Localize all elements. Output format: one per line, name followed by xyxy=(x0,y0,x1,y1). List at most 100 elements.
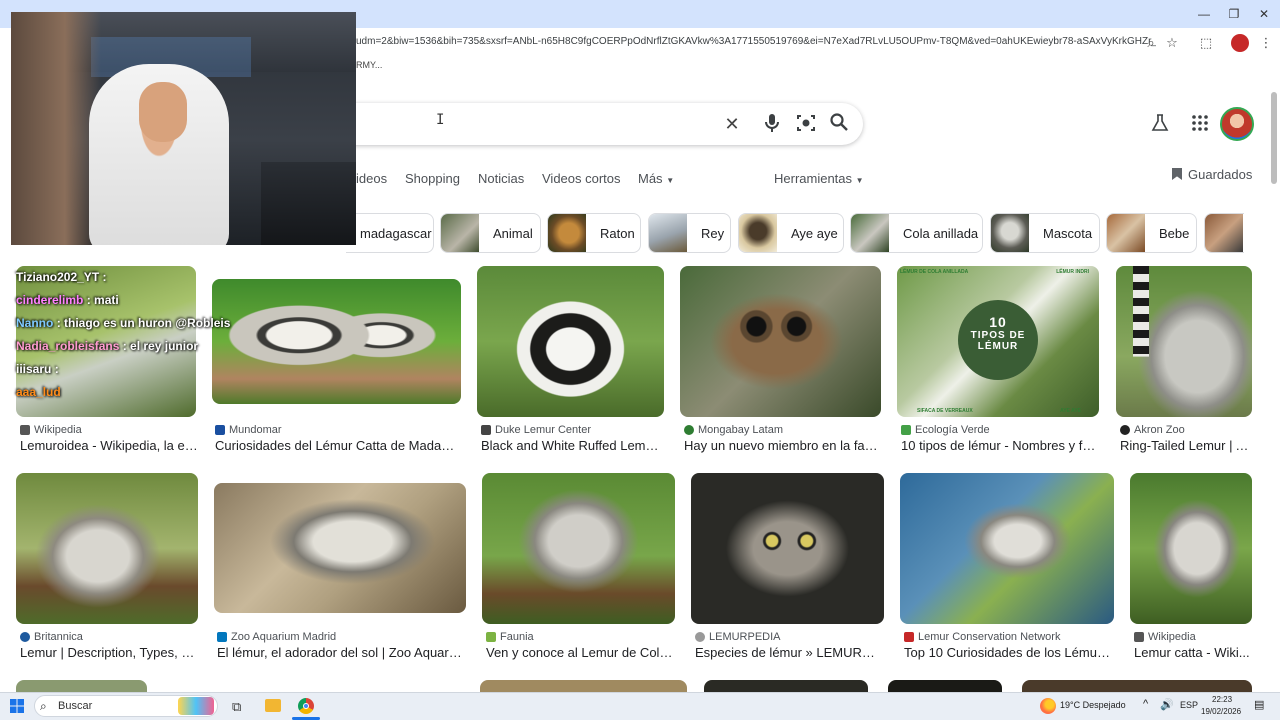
result-image[interactable] xyxy=(212,279,461,404)
chip-cola-anillada[interactable]: Cola anillada xyxy=(850,213,983,253)
chat-user: Tiziano202_YT xyxy=(16,270,100,284)
result-source[interactable]: Wikipedia xyxy=(20,424,82,436)
language-indicator[interactable]: ESP xyxy=(1180,700,1198,710)
result-image-partial[interactable] xyxy=(704,680,868,692)
search-highlight-icon[interactable] xyxy=(178,697,214,715)
result-image[interactable] xyxy=(477,266,664,417)
result-image-partial[interactable] xyxy=(888,680,1002,692)
search-icon[interactable] xyxy=(828,113,850,135)
source-favicon xyxy=(695,632,705,642)
menu-kebab-icon[interactable]: ⋮ xyxy=(1257,34,1275,52)
tools-button[interactable]: Herramientas ▼ xyxy=(774,171,864,186)
result-source[interactable]: Mongabay Latam xyxy=(684,424,783,436)
chip-animal[interactable]: Animal xyxy=(440,213,541,253)
chat-text: : el rey junior xyxy=(122,339,199,353)
close-window-icon[interactable]: ✕ xyxy=(1254,4,1274,24)
result-title[interactable]: Hay un nuevo miembro en la fami... xyxy=(684,438,880,453)
result-title[interactable]: Ven y conoce al Lemur de Cola ... xyxy=(486,645,674,660)
result-source[interactable]: Lemur Conservation Network xyxy=(904,631,1060,643)
source-favicon xyxy=(20,632,30,642)
result-source[interactable]: Wikipedia xyxy=(1134,631,1196,643)
source-favicon xyxy=(215,425,225,435)
infographic-header-left: LÉMUR DE COLA ANILLADA xyxy=(900,269,969,275)
result-source[interactable]: Zoo Aquarium Madrid xyxy=(217,631,336,643)
chip-mascota[interactable]: Mascota xyxy=(990,213,1100,253)
tab-videos[interactable]: ideos xyxy=(356,171,387,186)
result-title[interactable]: El lémur, el adorador del sol | Zoo Aqua… xyxy=(217,645,462,660)
saved-button[interactable]: Guardados xyxy=(1172,167,1252,182)
task-view-icon[interactable]: ⧉ xyxy=(232,699,241,715)
result-title[interactable]: Lemuroidea - Wikipedia, la en... xyxy=(20,438,198,453)
apps-grid-icon[interactable] xyxy=(1190,114,1210,134)
chip-rey[interactable]: Rey xyxy=(648,213,731,253)
result-image-partial[interactable] xyxy=(480,680,687,692)
tab-videos-cortos[interactable]: Videos cortos xyxy=(542,171,621,186)
tab-noticias[interactable]: Noticias xyxy=(478,171,524,186)
result-source[interactable]: Duke Lemur Center xyxy=(481,424,591,436)
result-image-partial[interactable] xyxy=(16,680,147,692)
microphone-icon[interactable] xyxy=(761,113,783,135)
clock-date[interactable]: 19/02/2026 xyxy=(1201,707,1241,716)
chip-aye-aye[interactable]: Aye aye xyxy=(738,213,844,253)
windows-start-icon[interactable] xyxy=(10,699,24,713)
profile-avatar[interactable] xyxy=(1231,34,1249,52)
result-source[interactable]: Akron Zoo xyxy=(1120,424,1185,436)
volume-icon[interactable]: 🔊 xyxy=(1160,698,1174,711)
address-bar[interactable]: udm=2&biw=1536&bih=735&sxsrf=ANbL-n65H8C… xyxy=(356,32,1156,52)
camera-lens-icon[interactable] xyxy=(795,113,817,135)
labs-flask-icon[interactable] xyxy=(1150,114,1170,134)
chip-bebe[interactable]: Bebe xyxy=(1106,213,1197,253)
close-icon[interactable]: ✕ xyxy=(721,113,743,135)
result-image[interactable] xyxy=(482,473,675,624)
result-title[interactable]: Black and White Ruffed Lemur ... xyxy=(481,438,664,453)
chrome-icon[interactable] xyxy=(298,698,314,714)
result-image[interactable] xyxy=(214,483,466,613)
result-image[interactable] xyxy=(1116,266,1252,417)
result-title[interactable]: Curiosidades del Lémur Catta de Madagas.… xyxy=(215,438,460,453)
notifications-icon[interactable]: ▤ xyxy=(1254,698,1264,711)
tray-chevron-icon[interactable]: ^ xyxy=(1143,698,1148,710)
weather-text[interactable]: 19°C Despejado xyxy=(1060,700,1126,710)
bookmark-item[interactable]: RMY... xyxy=(356,60,382,70)
file-explorer-icon[interactable] xyxy=(265,699,281,712)
result-source[interactable]: Britannica xyxy=(20,631,83,643)
result-title[interactable]: Lemur catta - Wiki... xyxy=(1134,645,1250,660)
result-title[interactable]: Ring-Tailed Lemur | A... xyxy=(1120,438,1251,453)
scrollbar-thumb[interactable] xyxy=(1271,92,1277,184)
result-title[interactable]: Lemur | Description, Types, Di... xyxy=(20,645,198,660)
chip-more[interactable] xyxy=(1204,213,1244,253)
result-source[interactable]: Ecología Verde xyxy=(901,424,990,436)
result-image-partial[interactable] xyxy=(1022,680,1252,692)
chip-madagascar[interactable]: madagascar xyxy=(346,213,434,253)
tab-mas[interactable]: Más ▼ xyxy=(638,171,674,186)
tab-shopping[interactable]: Shopping xyxy=(405,171,460,186)
result-title[interactable]: 10 tipos de lémur - Nombres y fotos xyxy=(901,438,1099,453)
source-name: Faunia xyxy=(500,631,534,643)
saved-label: Guardados xyxy=(1188,167,1253,182)
result-title[interactable]: Especies de lémur » LEMURPE... xyxy=(695,645,883,660)
result-image[interactable] xyxy=(16,473,198,624)
badge-line: TIPOS DE xyxy=(970,330,1026,341)
result-title[interactable]: Top 10 Curiosidades de los Lémures... xyxy=(904,645,1113,660)
badge-line: 10 xyxy=(989,314,1007,330)
result-source[interactable]: Faunia xyxy=(486,631,534,643)
result-image[interactable]: LÉMUR DE COLA ANILLADA LÉMUR INDRI 10 TI… xyxy=(897,266,1099,417)
account-avatar[interactable] xyxy=(1220,107,1254,141)
chip-raton[interactable]: Raton xyxy=(547,213,641,253)
chip-label: Aye aye xyxy=(791,225,838,241)
extensions-icon[interactable]: ⬚ xyxy=(1197,34,1215,52)
minimize-icon[interactable]: — xyxy=(1194,4,1214,24)
chat-message: Nadia_robleisfans : el rey junior xyxy=(16,335,246,358)
result-image[interactable] xyxy=(1130,473,1252,624)
result-image[interactable] xyxy=(680,266,881,417)
zoom-icon[interactable]: ⌕ xyxy=(1142,34,1160,52)
clock-time[interactable]: 22:23 xyxy=(1212,695,1232,704)
result-source[interactable]: LEMURPEDIA xyxy=(695,631,781,643)
result-source[interactable]: Mundomar xyxy=(215,424,282,436)
restore-icon[interactable]: ❐ xyxy=(1224,4,1244,24)
result-image[interactable] xyxy=(900,473,1114,624)
result-image[interactable] xyxy=(691,473,884,624)
chat-text: : xyxy=(54,362,59,376)
bookmark-star-icon[interactable]: ☆ xyxy=(1163,34,1181,52)
weather-icon[interactable] xyxy=(1040,698,1056,714)
